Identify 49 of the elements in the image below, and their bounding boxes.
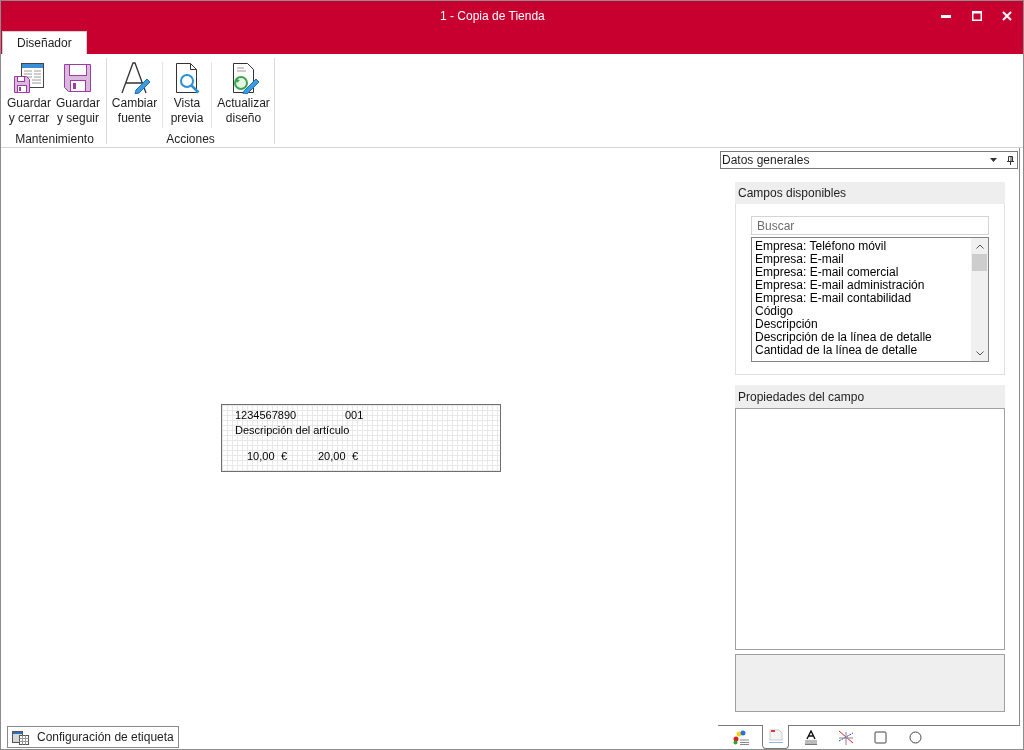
field-list-item[interactable]: Cantidad de la línea de detalle (752, 344, 971, 357)
ribbon-button[interactable]: Guardar y seguir (55, 58, 101, 130)
field-list-item[interactable]: Descripción (752, 318, 971, 331)
maximize-icon (971, 11, 982, 21)
minimize-icon (940, 14, 951, 18)
circle-icon (909, 731, 922, 744)
search-field[interactable]: Buscar (751, 216, 989, 235)
letter-pencil-icon (118, 62, 151, 94)
label-settings-button[interactable]: Configuración de etiqueta (7, 726, 179, 748)
scroll-thumb[interactable] (972, 254, 987, 271)
label-field-text: 1234567890 (235, 409, 297, 422)
label-field-text: 001 (345, 409, 364, 422)
field-list-item[interactable]: Empresa: E-mail administración (752, 279, 971, 292)
label-field-text: € (352, 450, 359, 463)
section-dropdown[interactable]: Datos generales (720, 151, 1018, 169)
field-list-item[interactable]: Empresa: E-mail comercial (752, 266, 971, 279)
crossed-lines-icon (837, 730, 854, 745)
ribbon-button[interactable]: Cambiar fuente (108, 58, 161, 130)
field-list-item[interactable]: Empresa: Teléfono móvil (752, 240, 971, 253)
field-list-item[interactable]: Descripción de la línea de detalle (752, 331, 971, 344)
group-label: Acciones (166, 132, 215, 147)
close-icon (1001, 11, 1012, 21)
field-list-item[interactable]: Código (752, 305, 971, 318)
dropdown-arrow-icon (990, 158, 997, 162)
field-list-item[interactable]: Empresa: E-mail (752, 253, 971, 266)
ribbon-button[interactable]: Guardar y cerrar (5, 58, 53, 130)
label-field-text: 10,00 (247, 450, 275, 463)
page-icon (767, 729, 784, 744)
label-field-text: € (281, 450, 288, 463)
grid-document-icon (12, 729, 29, 745)
scrollbar[interactable] (971, 238, 988, 361)
ribbon-tab[interactable]: Diseñador (2, 31, 87, 54)
square-icon (874, 731, 887, 744)
window-title: 1 - Copia de Tienda (440, 8, 545, 25)
section-title: Propiedades del campo (738, 388, 865, 406)
ribbon-button[interactable]: Actualizar diseño (213, 58, 274, 130)
section-title: Campos disponibles (738, 185, 847, 202)
pin-icon (1007, 155, 1014, 165)
group-label: Mantenimiento (15, 132, 94, 147)
scroll-up-icon (975, 244, 984, 249)
label-field-text: Descripción del artículo (235, 424, 350, 437)
table-floppy-icon (13, 62, 45, 94)
text-lines-icon (802, 730, 819, 745)
label-field-text: 20,00 (318, 450, 346, 463)
field-list-item[interactable]: Empresa: E-mail contabilidad (752, 292, 971, 305)
ribbon-button[interactable]: Vista previa (164, 58, 210, 130)
color-arc-icon (732, 730, 749, 745)
fields-list[interactable] (751, 237, 989, 362)
scroll-down-icon (975, 351, 984, 356)
